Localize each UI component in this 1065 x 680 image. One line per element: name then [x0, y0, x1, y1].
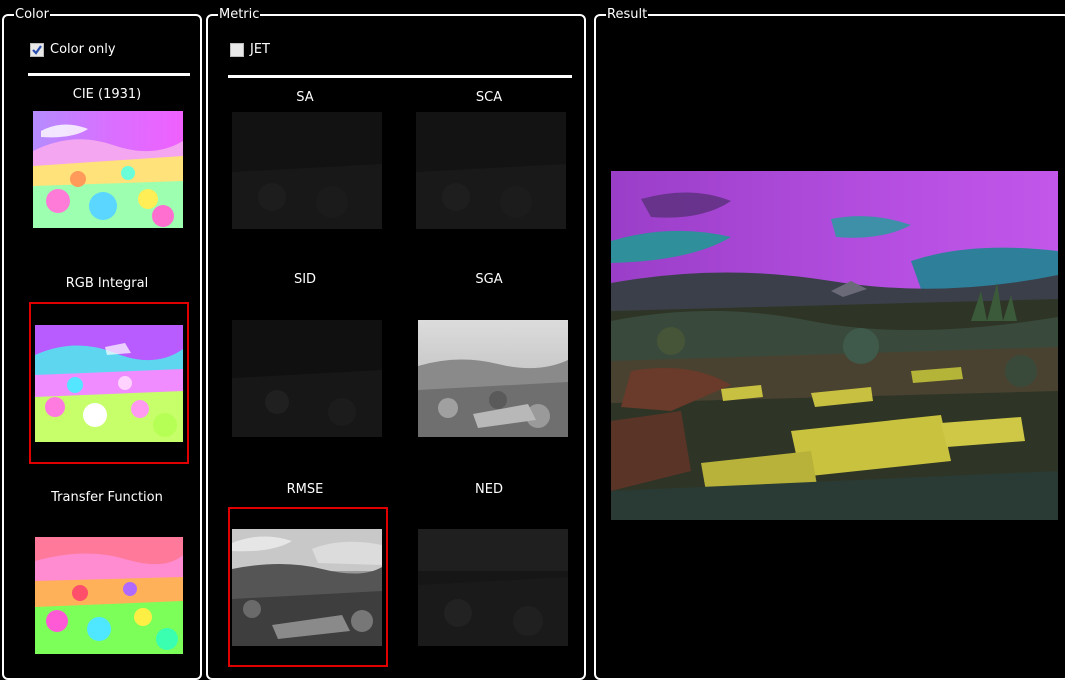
color-panel-title: Color — [14, 7, 50, 23]
result-panel: Result — [594, 7, 1065, 680]
sca-thumbnail[interactable] — [416, 112, 566, 229]
sga-thumbnail[interactable] — [418, 320, 568, 437]
ned-thumbnail[interactable] — [418, 529, 568, 646]
color-only-checkbox[interactable]: Color only — [30, 42, 116, 57]
checkbox-checked-icon — [30, 42, 44, 57]
color-separator — [28, 73, 190, 76]
checkbox-unchecked-icon — [230, 42, 244, 57]
sca-label: SCA — [475, 90, 503, 105]
sa-label: SA — [296, 90, 314, 105]
result-image — [611, 171, 1058, 520]
result-panel-title: Result — [606, 7, 649, 23]
rmse-label: RMSE — [286, 482, 324, 497]
metric-panel: Metric JET SA SCA SID SGA RMSE NED — [206, 7, 586, 680]
cie-1931-label: CIE (1931) — [72, 87, 142, 102]
color-only-label: Color only — [50, 42, 116, 57]
cie-1931-thumbnail[interactable] — [33, 111, 183, 228]
sa-thumbnail[interactable] — [232, 112, 382, 229]
jet-checkbox[interactable]: JET — [230, 42, 270, 57]
rmse-thumbnail[interactable] — [232, 529, 382, 646]
rgb-integral-thumbnail[interactable] — [35, 325, 183, 442]
sid-label: SID — [293, 272, 317, 287]
ned-label: NED — [475, 482, 503, 497]
metric-panel-title: Metric — [218, 7, 261, 23]
rgb-integral-label: RGB Integral — [65, 276, 149, 291]
metric-separator — [228, 75, 572, 78]
sga-label: SGA — [475, 272, 503, 287]
transfer-function-label: Transfer Function — [51, 490, 163, 505]
sid-thumbnail[interactable] — [232, 320, 382, 437]
color-panel: Color Color only CIE (1931) RGB Integral… — [2, 7, 202, 680]
jet-label: JET — [250, 42, 270, 57]
transfer-function-thumbnail[interactable] — [35, 537, 183, 654]
